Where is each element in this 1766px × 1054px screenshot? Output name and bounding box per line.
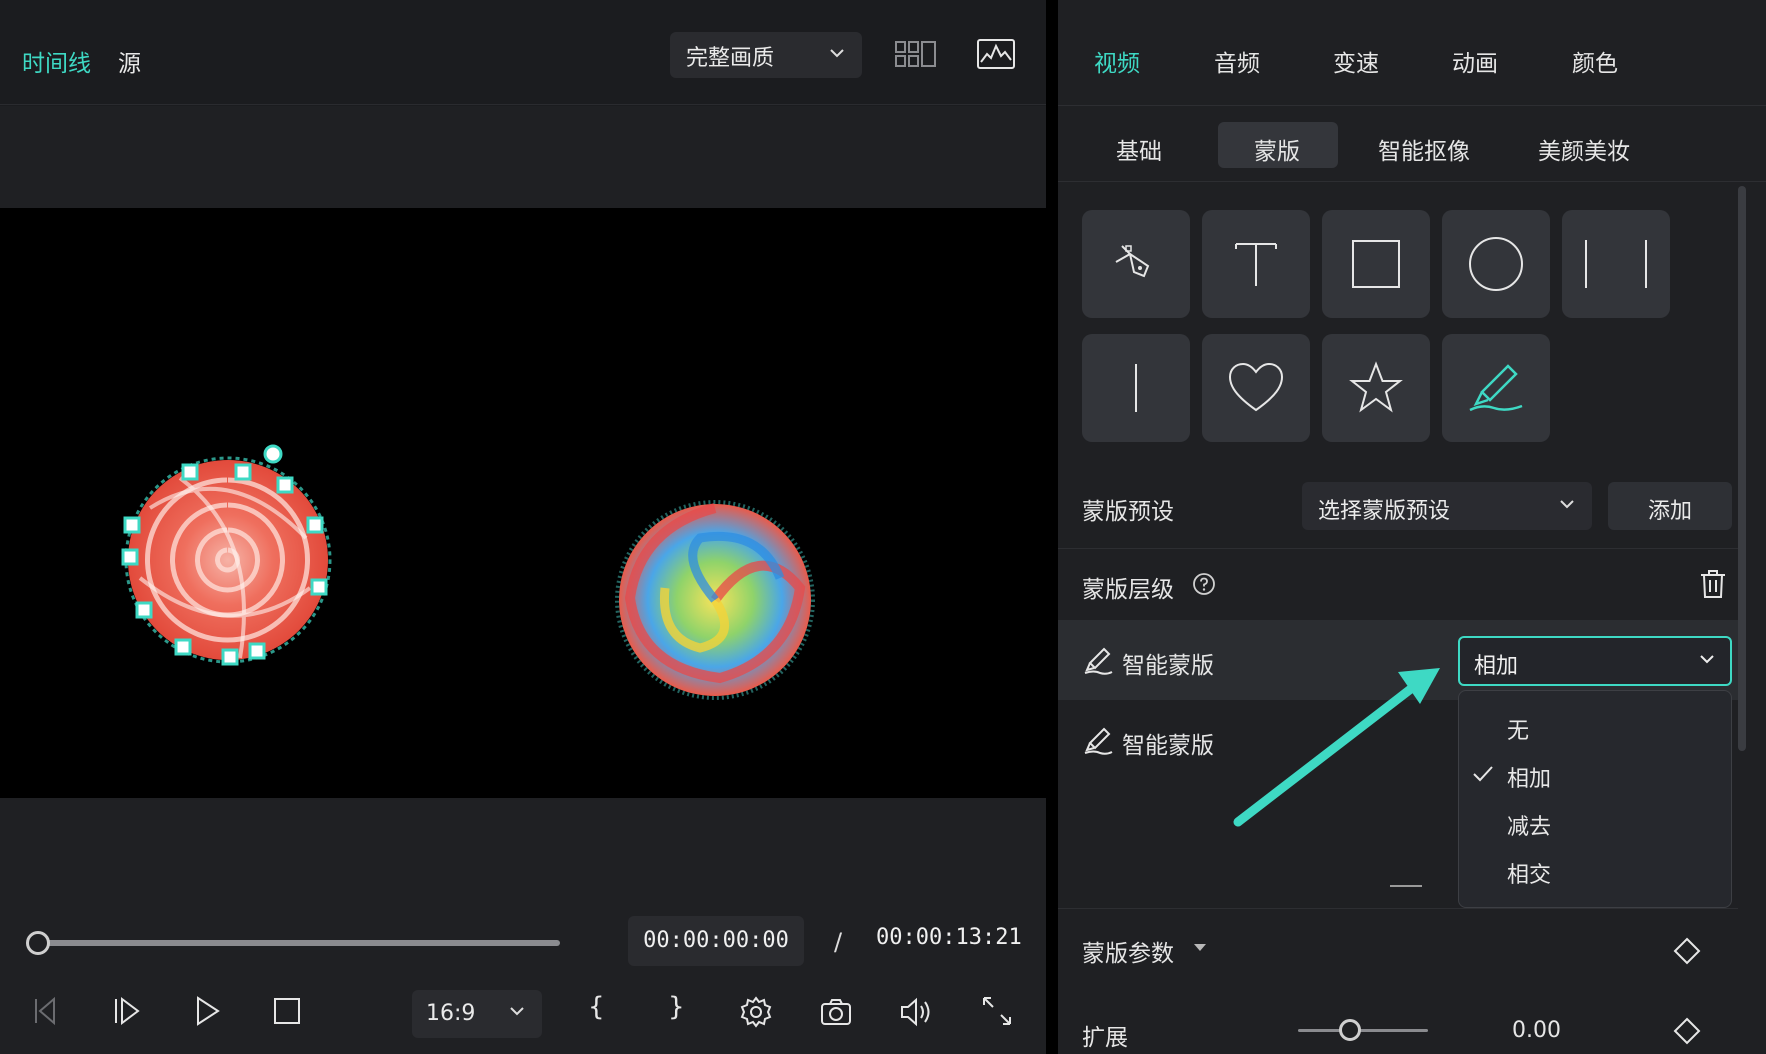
mask-line[interactable]	[1082, 334, 1190, 442]
mirror-icon	[1585, 240, 1647, 288]
divider	[1058, 908, 1738, 909]
player-header: 时间线 源 完整画质	[0, 0, 1046, 105]
mask-text[interactable]	[1202, 210, 1310, 318]
aspect-ratio-select[interactable]: 16:9	[412, 990, 542, 1038]
minimize-line	[1390, 885, 1422, 887]
settings-gear-icon[interactable]	[738, 994, 774, 1030]
blend-mode-value: 相加	[1474, 654, 1519, 679]
mask-preset-placeholder: 选择蒙版预设	[1318, 499, 1451, 524]
next-frame-icon[interactable]	[110, 994, 144, 1028]
rectangle-icon	[1352, 240, 1400, 288]
expand-slider-track[interactable]	[1298, 1029, 1428, 1032]
video-canvas	[121, 444, 815, 700]
mask-layer-name: 智能蒙版	[1122, 733, 1214, 759]
mask-params-label[interactable]: 蒙版参数	[1082, 934, 1174, 968]
volume-icon[interactable]	[898, 994, 936, 1030]
help-icon[interactable]	[1192, 572, 1216, 596]
smart-brush-icon	[1084, 727, 1113, 755]
blend-option-subtract[interactable]: 减去	[1507, 809, 1551, 841]
preview-letterbox-top	[0, 106, 1046, 208]
tab-animation[interactable]: 动画	[1452, 44, 1498, 78]
sub-tab-beauty[interactable]: 美颜美妆	[1538, 132, 1630, 166]
add-preset-button[interactable]: 添加	[1608, 482, 1732, 530]
aspect-ratio-value: 16:9	[426, 1001, 476, 1026]
tab-speed[interactable]: 变速	[1333, 44, 1379, 78]
blend-mode-dropdown: 无 相加 减去 相交	[1458, 690, 1732, 908]
mask-preset-label: 蒙版预设	[1082, 499, 1174, 525]
red-lollipop-image[interactable]	[124, 456, 332, 664]
fullscreen-icon[interactable]	[980, 994, 1014, 1028]
keyframe-diamond-icon[interactable]	[1672, 936, 1702, 966]
playhead-knob[interactable]	[26, 931, 50, 955]
inspector-scrollbar[interactable]	[1738, 186, 1746, 751]
player-panel: 时间线 源 完整画质 00:00:00:00 / 00:00:13:21 16:…	[0, 0, 1046, 1054]
sub-tab-basic[interactable]: 基础	[1116, 132, 1162, 166]
time-separator: /	[834, 928, 843, 956]
blend-option-none[interactable]: 无	[1507, 713, 1529, 745]
chevron-down-icon	[830, 49, 844, 58]
mask-star[interactable]	[1322, 334, 1430, 442]
tab-color[interactable]: 颜色	[1572, 44, 1618, 78]
mask-layer-name: 智能蒙版	[1122, 653, 1214, 679]
playhead-track[interactable]	[38, 940, 560, 946]
inspector-panel: 视频 音频 变速 动画 颜色 基础 蒙版 智能抠像 美颜美妆 蒙版预设 选择蒙版…	[1058, 0, 1766, 1054]
divider	[1058, 548, 1738, 549]
prev-frame-icon[interactable]	[30, 994, 64, 1028]
chevron-down-icon	[1700, 655, 1714, 664]
mask-smart-brush[interactable]	[1442, 334, 1550, 442]
pen-tool-icon	[1115, 245, 1150, 278]
quality-value: 完整画质	[686, 46, 775, 71]
mask-heart[interactable]	[1202, 334, 1310, 442]
blend-option-add[interactable]: 相加	[1507, 761, 1551, 793]
heart-icon	[1228, 362, 1284, 412]
chevron-down-icon	[510, 1007, 524, 1016]
blend-mode-select[interactable]: 相加	[1458, 636, 1732, 686]
smart-brush-icon	[1084, 647, 1113, 675]
tab-video[interactable]: 视频	[1094, 44, 1140, 78]
tab-audio[interactable]: 音频	[1214, 44, 1260, 78]
rainbow-lollipop-image	[615, 500, 815, 700]
check-icon	[1473, 766, 1493, 782]
expand-value[interactable]: 0.00	[1512, 1018, 1561, 1043]
tab-timeline[interactable]: 时间线	[22, 44, 91, 78]
scope-icon[interactable]	[976, 38, 1016, 70]
expand-label: 扩展	[1082, 1025, 1128, 1051]
play-icon[interactable]	[190, 994, 224, 1028]
keyframe-diamond-icon[interactable]	[1672, 1016, 1702, 1046]
inspector-top-tabs: 视频 音频 变速 动画 颜色	[1058, 0, 1766, 106]
current-time[interactable]: 00:00:00:00	[628, 916, 804, 966]
mask-mirror[interactable]	[1562, 210, 1670, 318]
mark-in-button[interactable]: {	[588, 992, 605, 1022]
blend-option-intersect[interactable]: 相交	[1507, 857, 1551, 889]
inspector-sub-tabs: 基础 蒙版 智能抠像 美颜美妆	[1058, 106, 1766, 182]
line-icon	[1135, 364, 1137, 412]
expand-slider-knob[interactable]	[1339, 1019, 1361, 1041]
mark-out-button[interactable]: }	[668, 992, 685, 1022]
total-time: 00:00:13:21	[876, 925, 1022, 950]
tab-source[interactable]: 源	[118, 44, 141, 78]
stop-icon[interactable]	[270, 994, 304, 1028]
caret-down-icon[interactable]	[1194, 944, 1206, 951]
video-preview[interactable]	[0, 208, 1046, 798]
trash-icon[interactable]	[1698, 568, 1728, 600]
circle-icon	[1469, 237, 1523, 291]
sub-tab-mask[interactable]: 蒙版	[1254, 132, 1300, 166]
mask-rectangle[interactable]	[1322, 210, 1430, 318]
quality-select[interactable]: 完整画质	[670, 32, 862, 78]
mask-layers-label: 蒙版层级	[1082, 577, 1174, 603]
sub-tab-smart-cutout[interactable]: 智能抠像	[1378, 132, 1470, 166]
mask-preset-select[interactable]: 选择蒙版预设	[1302, 482, 1592, 530]
mask-pen-tool[interactable]	[1082, 210, 1190, 318]
multi-view-icon[interactable]	[894, 38, 938, 70]
smart-brush-icon	[1469, 364, 1523, 412]
star-icon	[1349, 361, 1403, 413]
chevron-down-icon	[1560, 500, 1574, 509]
text-icon	[1235, 243, 1277, 286]
snapshot-camera-icon[interactable]	[818, 994, 854, 1030]
mask-circle[interactable]	[1442, 210, 1550, 318]
